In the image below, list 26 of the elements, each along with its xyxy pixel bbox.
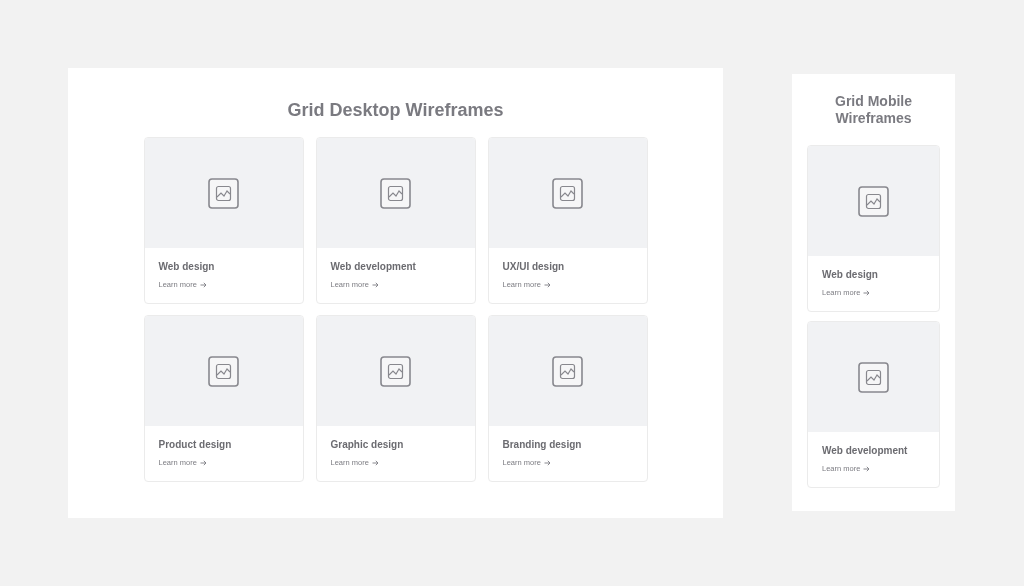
- card-title: Graphic design: [330, 439, 405, 451]
- arrow-right-icon: [199, 460, 207, 466]
- image-placeholder-icon: [208, 177, 239, 209]
- arrow-right-icon: [543, 460, 551, 466]
- card-title: Web development: [822, 445, 909, 457]
- panel-title: Grid Desktop Wireframes: [286, 99, 505, 122]
- image-placeholder-icon: [380, 177, 411, 209]
- image-placeholder-icon: [858, 185, 889, 217]
- arrow-right-icon: [371, 460, 379, 466]
- image-placeholder-icon: [380, 355, 411, 387]
- card-title: Product design: [158, 439, 233, 451]
- panel-title: Grid Mobile Wireframes: [834, 93, 913, 127]
- arrow-right-icon: [371, 282, 379, 288]
- arrow-right-icon: [863, 290, 871, 296]
- image-placeholder-icon: [208, 355, 239, 387]
- card-title: Web development: [330, 261, 417, 273]
- image-placeholder-icon: [552, 177, 583, 209]
- card-title: Branding design: [502, 439, 583, 451]
- card-title: UX/UI design: [502, 261, 566, 273]
- card-title: Web design: [822, 269, 879, 281]
- card-title: Web design: [158, 261, 216, 273]
- image-placeholder-icon: [552, 355, 583, 387]
- arrow-right-icon: [199, 282, 207, 288]
- arrow-right-icon: [863, 466, 871, 472]
- arrow-right-icon: [543, 282, 551, 288]
- image-placeholder-icon: [858, 361, 889, 393]
